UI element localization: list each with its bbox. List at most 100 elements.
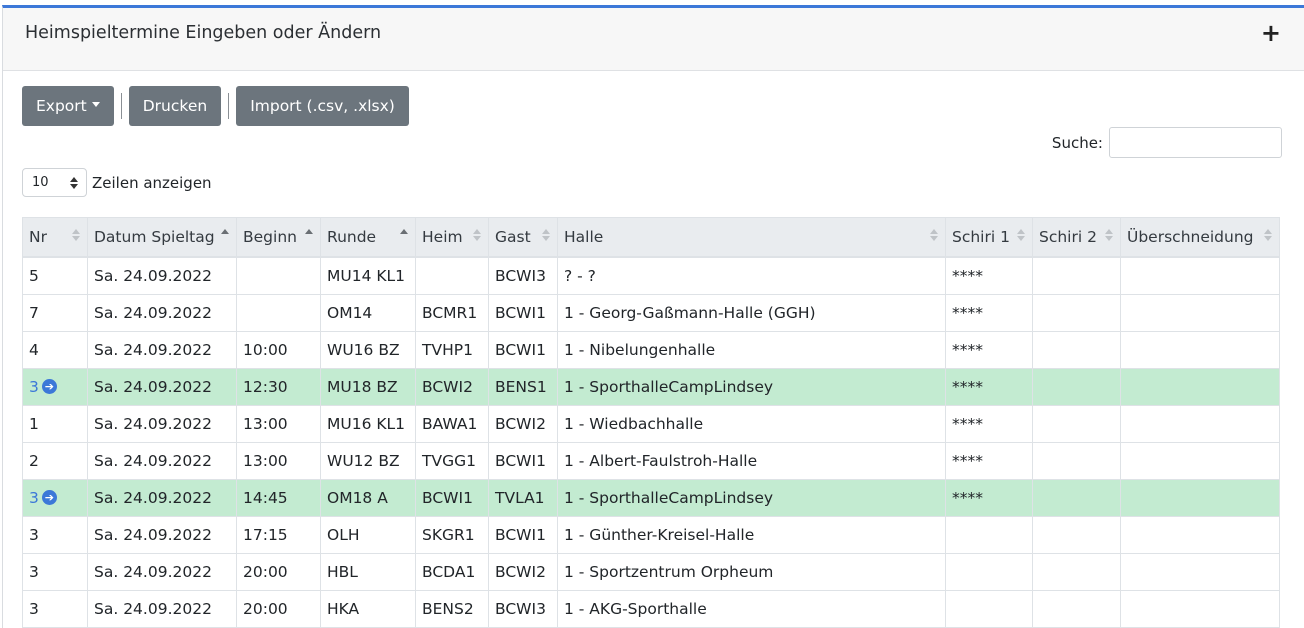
expand-plus-icon[interactable]: +	[1261, 21, 1281, 45]
arrow-right-circle-icon[interactable]: ➔	[41, 489, 57, 505]
toolbar-divider	[228, 93, 230, 119]
nr-value: 3	[29, 563, 39, 581]
cell-gast: BCWI1	[488, 516, 558, 554]
table-row[interactable]: 3 ➔ Sa. 24.09.2022 12:30 MU18 BZ BCWI2 BENS1 1 …	[22, 368, 1280, 406]
cell-beginn: 20:00	[236, 553, 321, 591]
import-button[interactable]: Import (.csv, .xlsx)	[236, 86, 409, 126]
cell-halle: ? - ?	[557, 256, 946, 295]
arrow-right-circle-icon[interactable]: ➔	[41, 378, 57, 394]
cell-halle: 1 - SporthalleCampLindsey	[557, 368, 946, 406]
sort-icon	[1105, 229, 1113, 241]
cell-nr: 2	[22, 442, 88, 480]
cell-nr: 1	[22, 405, 88, 443]
print-button[interactable]: Drucken	[128, 86, 222, 126]
cell-runde: MU16 KL1	[320, 405, 416, 443]
schedule-table: Nr Datum Spieltag Beginn Runde Heim Gast Halle…	[22, 217, 1280, 628]
card-header: Heimspieltermine Eingeben oder Ändern +	[3, 8, 1304, 71]
cell-heim: BCWI1	[415, 479, 489, 517]
cell-beginn	[236, 256, 321, 295]
cell-schiri1: ****	[945, 479, 1033, 517]
cell-gast: BCWI1	[488, 331, 558, 369]
table-row[interactable]: 2 Sa. 24.09.2022 13:00 WU12 BZ TVGG1 BCWI1 1 -…	[22, 442, 1280, 480]
table-row[interactable]: 3 ➔ Sa. 24.09.2022 14:45 OM18 A BCWI1 TVLA1 1 -…	[22, 479, 1280, 517]
header-label: Runde	[327, 228, 377, 246]
cell-nr: 5	[22, 256, 88, 295]
cell-datum: Sa. 24.09.2022	[87, 405, 237, 443]
cell-ueber	[1120, 405, 1280, 443]
cell-gast: BCWI1	[488, 442, 558, 480]
cell-runde: OM14	[320, 294, 416, 332]
table-row[interactable]: 3 Sa. 24.09.2022 17:15 OLH SKGR1 BCWI1 1 - Gün…	[22, 516, 1280, 554]
caret-down-icon	[91, 102, 100, 107]
sort-icon	[542, 229, 550, 241]
cell-runde: HBL	[320, 553, 416, 591]
col-runde-header[interactable]: Runde	[320, 217, 416, 258]
cell-halle: 1 - AKG-Sporthalle	[557, 590, 946, 628]
nr-value: 7	[29, 304, 39, 322]
col-gast-header[interactable]: Gast	[488, 217, 558, 258]
cell-datum: Sa. 24.09.2022	[87, 368, 237, 406]
cell-ueber	[1120, 368, 1280, 406]
cell-halle: 1 - Günther-Kreisel-Halle	[557, 516, 946, 554]
cell-ueber	[1120, 553, 1280, 591]
cell-schiri1: ****	[945, 294, 1033, 332]
cell-schiri1	[945, 553, 1033, 591]
col-beginn-header[interactable]: Beginn	[236, 217, 321, 258]
card-title: Heimspieltermine Eingeben oder Ändern	[25, 23, 382, 43]
cell-beginn: 20:00	[236, 590, 321, 628]
nr-value: 2	[29, 452, 39, 470]
nr-value[interactable]: 3	[29, 378, 39, 396]
cell-schiri1: ****	[945, 442, 1033, 480]
cell-schiri1	[945, 590, 1033, 628]
nr-value: 3	[29, 600, 39, 618]
nr-value[interactable]: 3	[29, 489, 39, 507]
cell-datum: Sa. 24.09.2022	[87, 553, 237, 591]
cell-halle: 1 - Georg-Gaßmann-Halle (GGH)	[557, 294, 946, 332]
table-row[interactable]: 7 Sa. 24.09.2022 OM14 BCMR1 BCWI1 1 - Georg-G…	[22, 294, 1280, 332]
col-halle-header[interactable]: Halle	[557, 217, 946, 258]
table-row[interactable]: 1 Sa. 24.09.2022 13:00 MU16 KL1 BAWA1 BCWI2 1 …	[22, 405, 1280, 443]
toolbar-divider	[120, 93, 122, 119]
cell-nr: 4	[22, 331, 88, 369]
sort-icon	[305, 229, 313, 241]
sort-icon	[72, 229, 80, 241]
cell-halle: 1 - Sportzentrum Orpheum	[557, 553, 946, 591]
table-row[interactable]: 3 Sa. 24.09.2022 20:00 HBL BCDA1 BCWI2 1 - Spo…	[22, 553, 1280, 591]
cell-nr: 3	[22, 590, 88, 628]
sort-icon	[221, 229, 229, 241]
nr-value: 5	[29, 267, 39, 285]
col-ueberschneidung-header[interactable]: Überschneidung	[1120, 217, 1280, 258]
sort-icon	[1264, 229, 1272, 241]
page-length-label: Zeilen anzeigen	[92, 173, 212, 192]
cell-beginn: 14:45	[236, 479, 321, 517]
col-nr-header[interactable]: Nr	[22, 217, 88, 258]
cell-datum: Sa. 24.09.2022	[87, 442, 237, 480]
cell-gast: BCWI2	[488, 553, 558, 591]
col-schiri1-header[interactable]: Schiri 1	[945, 217, 1033, 258]
col-datum-header[interactable]: Datum Spieltag	[87, 217, 237, 258]
cell-gast: BCWI1	[488, 294, 558, 332]
nr-value: 1	[29, 415, 39, 433]
table-row[interactable]: 3 Sa. 24.09.2022 20:00 HKA BENS2 BCWI3 1 - AKG…	[22, 590, 1280, 628]
cell-nr[interactable]: 3 ➔	[22, 368, 88, 406]
table-row[interactable]: 5 Sa. 24.09.2022 MU14 KL1 BCWI3? - ? ****	[22, 256, 1280, 295]
nr-value: 3	[29, 526, 39, 544]
header-label: Halle	[564, 228, 604, 246]
cell-nr[interactable]: 3 ➔	[22, 479, 88, 517]
cell-gast: BENS1	[488, 368, 558, 406]
table-row[interactable]: 4 Sa. 24.09.2022 10:00 WU16 BZ TVHP1 BCWI1 1 -…	[22, 331, 1280, 369]
cell-gast: BCWI3	[488, 256, 558, 295]
header-label: Beginn	[243, 228, 297, 246]
header-label: Datum Spieltag	[94, 228, 215, 246]
col-schiri2-header[interactable]: Schiri 2	[1032, 217, 1121, 258]
page-length-select[interactable]: 10	[22, 168, 87, 197]
cell-halle: 1 - SporthalleCampLindsey	[557, 479, 946, 517]
export-button[interactable]: Export	[22, 86, 114, 126]
cell-heim: TVHP1	[415, 331, 489, 369]
col-heim-header[interactable]: Heim	[415, 217, 489, 258]
sort-icon	[1017, 229, 1025, 241]
cell-schiri1: ****	[945, 405, 1033, 443]
cell-schiri1	[945, 516, 1033, 554]
search-input[interactable]	[1109, 127, 1282, 158]
cell-schiri1: ****	[945, 331, 1033, 369]
